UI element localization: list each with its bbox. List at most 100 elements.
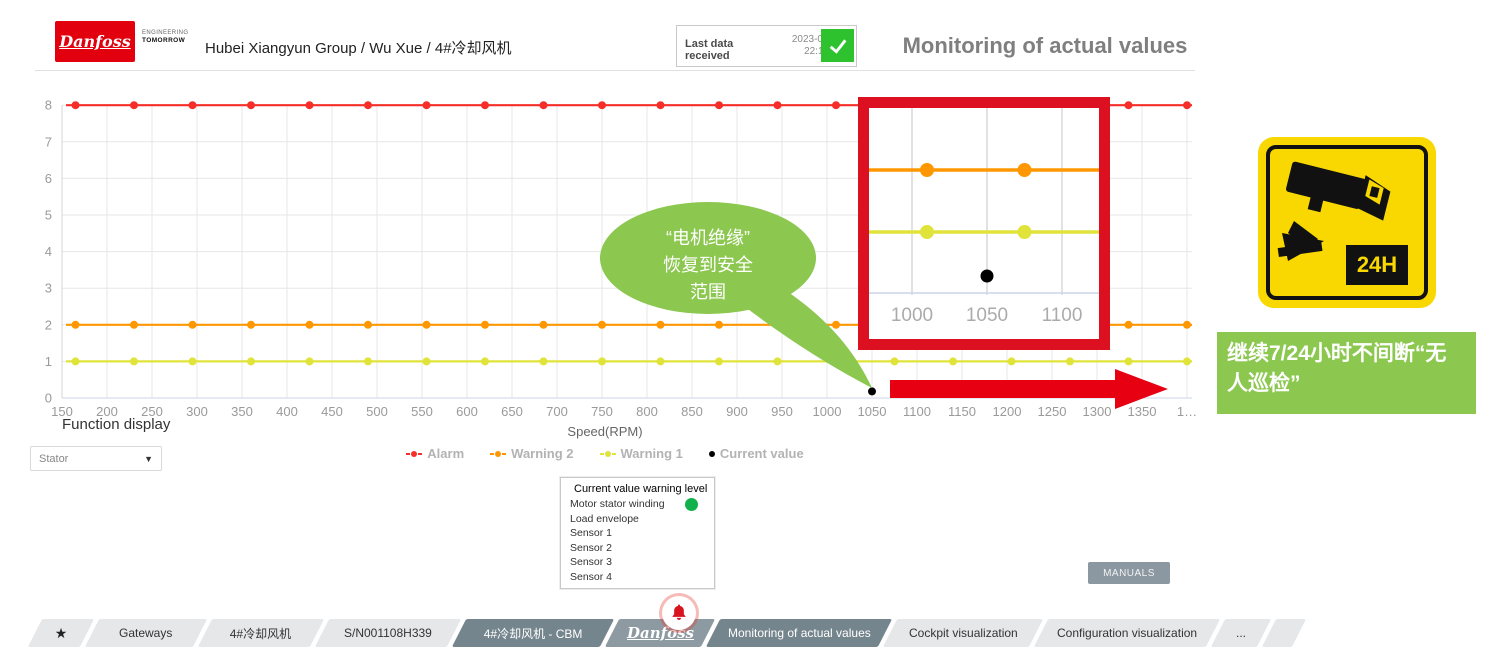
series-point[interactable] [189, 101, 197, 109]
tab-label: Configuration visualization [1057, 626, 1197, 640]
series-point[interactable] [423, 357, 431, 365]
tooltip-title: Current value warning level [561, 478, 714, 497]
series-point[interactable] [1183, 101, 1191, 109]
tab-label: 4#冷却风机 [230, 625, 291, 642]
inset-current-value-point [981, 270, 994, 283]
tab-monitoring-of-actual-values[interactable]: Monitoring of actual values [706, 619, 892, 647]
series-point[interactable] [72, 321, 80, 329]
series-point[interactable] [364, 357, 372, 365]
legend-marker [600, 451, 616, 457]
zoom-inset-highlight-box: 100010501100 [858, 97, 1110, 350]
y-tick-label: 5 [45, 208, 52, 223]
series-point[interactable] [598, 101, 606, 109]
status-green-dot [685, 498, 698, 511]
series-point[interactable] [715, 101, 723, 109]
legend-item-warning-2[interactable]: Warning 2 [490, 446, 573, 461]
y-tick-label: 7 [45, 134, 52, 149]
tooltip-row: Sensor 1 [561, 526, 714, 541]
tab-s-n001108h339[interactable]: S/N001108H339 [315, 619, 461, 647]
series-point[interactable] [481, 357, 489, 365]
series-point[interactable] [1125, 101, 1133, 109]
series-point[interactable] [1183, 321, 1191, 329]
x-tick-label: 800 [636, 404, 658, 419]
series-point[interactable] [1183, 357, 1191, 365]
y-tick-label: 6 [45, 171, 52, 186]
series-point[interactable] [832, 101, 840, 109]
x-tick-label: 1050 [858, 404, 887, 419]
danfoss-tagline: ENGINEERING TOMORROW [142, 30, 188, 44]
tab-4-冷却风机[interactable]: 4#冷却风机 [198, 619, 324, 647]
speech-bubble-annotation: “电机绝缘” 恢复到安全 范围 [580, 195, 900, 395]
bubble-text-line3: 范围 [690, 282, 726, 302]
x-axis-title: Speed(RPM) [0, 424, 1210, 439]
tooltip-row-label: Sensor 4 [570, 570, 612, 585]
danfoss-logo: Danfoss [55, 21, 135, 62]
series-point[interactable] [540, 357, 548, 365]
legend-item-alarm[interactable]: Alarm [406, 446, 464, 461]
check-icon [825, 33, 851, 59]
series-point[interactable] [189, 357, 197, 365]
legend-item-warning-1[interactable]: Warning 1 [600, 446, 683, 461]
tab-gateways[interactable]: Gateways [85, 619, 207, 647]
tab-configuration-visualization[interactable]: Configuration visualization [1034, 619, 1220, 647]
chart-legend: Alarm Warning 2 Warning 1 Current value [0, 446, 1210, 461]
tooltip-row-label: Sensor 3 [570, 555, 612, 570]
series-point[interactable] [481, 321, 489, 329]
x-tick-label: 300 [186, 404, 208, 419]
legend-item-current-value[interactable]: Current value [709, 446, 804, 461]
arrow-shape [890, 369, 1168, 409]
series-point[interactable] [247, 321, 255, 329]
tooltip-row: Sensor 4 [561, 570, 714, 585]
series-point[interactable] [540, 321, 548, 329]
series-point[interactable] [189, 321, 197, 329]
series-point[interactable] [657, 101, 665, 109]
series-point[interactable] [306, 357, 314, 365]
breadcrumb: Hubei Xiangyun Group / Wu Xue / 4#冷却风机 [205, 37, 512, 58]
tooltip-rows: Motor stator windingLoad envelopeSensor … [561, 497, 714, 585]
inset-series-point [920, 163, 934, 177]
x-tick-label: 750 [591, 404, 613, 419]
series-point[interactable] [130, 321, 138, 329]
tab-favorites[interactable]: ★ [28, 619, 94, 647]
tab--[interactable]: ... [1211, 619, 1271, 647]
tab-label: 4#冷却风机 - CBM [484, 625, 583, 642]
series-point[interactable] [247, 101, 255, 109]
series-point[interactable] [306, 101, 314, 109]
series-point[interactable] [247, 357, 255, 365]
tooltip-row-label: Motor stator winding [570, 497, 665, 512]
legend-label: Warning 1 [621, 446, 683, 461]
legend-marker [709, 451, 715, 457]
series-point[interactable] [774, 101, 782, 109]
series-point[interactable] [540, 101, 548, 109]
y-tick-label: 8 [45, 98, 52, 113]
x-tick-label: 900 [726, 404, 748, 419]
x-tick-label: 400 [276, 404, 298, 419]
series-point[interactable] [364, 321, 372, 329]
bubble-text-line2: 恢复到安全 [663, 255, 753, 275]
tab-cockpit-visualization[interactable]: Cockpit visualization [883, 619, 1043, 647]
banner-text: 继续7/24小时不间断“无人巡检” [1227, 339, 1466, 400]
x-tick-label: 350 [231, 404, 253, 419]
series-point[interactable] [130, 101, 138, 109]
notification-bell-badge[interactable] [662, 596, 696, 630]
bell-icon [668, 602, 690, 624]
tab-4-冷却风机-cbm[interactable]: 4#冷却风机 - CBM [452, 619, 614, 647]
series-point[interactable] [72, 357, 80, 365]
manuals-button[interactable]: MANUALS [1088, 562, 1170, 584]
badge-24h: 24H [1346, 245, 1408, 285]
series-point[interactable] [72, 101, 80, 109]
x-tick-label: 450 [321, 404, 343, 419]
tooltip-row-label: Sensor 1 [570, 526, 612, 541]
tab-label: Monitoring of actual values [728, 626, 871, 640]
series-point[interactable] [130, 357, 138, 365]
inset-x-tick-label: 1050 [966, 305, 1008, 326]
tab-label: S/N001108H339 [344, 626, 432, 640]
tab-danfoss-home[interactable]: Danfoss [605, 619, 715, 647]
x-tick-label: 1… [1177, 404, 1197, 419]
series-point[interactable] [423, 101, 431, 109]
series-point[interactable] [481, 101, 489, 109]
series-point[interactable] [306, 321, 314, 329]
series-point[interactable] [364, 101, 372, 109]
series-point[interactable] [1125, 321, 1133, 329]
series-point[interactable] [423, 321, 431, 329]
